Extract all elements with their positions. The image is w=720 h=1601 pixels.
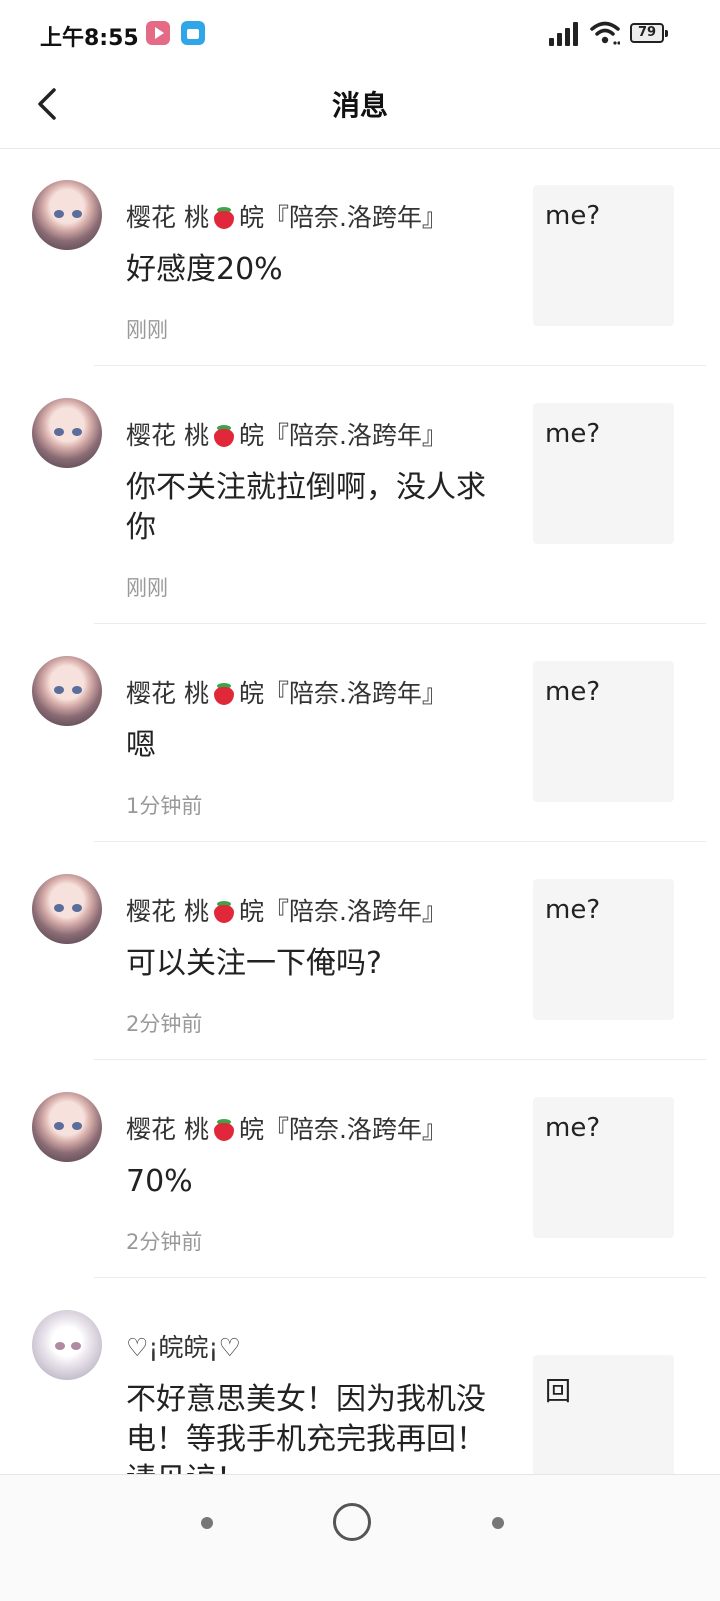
message-text: 嗯 — [126, 728, 156, 763]
avatar-detail — [72, 904, 82, 912]
message-item[interactable]: 樱花 桃皖『陪奈.洛跨年』 好感度20% 刚刚 me? — [0, 148, 720, 366]
sender-name: 樱花 桃皖『陪奈.洛跨年』 — [126, 416, 447, 452]
strawberry-icon — [211, 1117, 237, 1141]
post-preview-thumbnail[interactable]: 回 — [533, 1355, 674, 1474]
avatar-detail — [71, 1342, 81, 1350]
nav-home-button[interactable] — [333, 1503, 371, 1541]
navigation-header: 消息 — [0, 70, 720, 149]
avatar-detail — [72, 210, 82, 218]
avatar[interactable] — [32, 874, 102, 944]
post-preview-thumbnail[interactable]: me? — [533, 661, 674, 802]
message-text: 你不关注就拉倒啊，没人求你 — [126, 470, 486, 545]
nav-recents-button[interactable] — [492, 1517, 504, 1529]
battery-icon: 79 — [630, 23, 668, 43]
avatar-detail — [54, 686, 64, 694]
avatar-detail — [54, 428, 64, 436]
avatar-detail — [54, 1122, 64, 1130]
message-list[interactable]: 樱花 桃皖『陪奈.洛跨年』 好感度20% 刚刚 me? 樱花 桃皖『陪奈.洛跨年… — [0, 148, 720, 1474]
avatar-detail — [54, 210, 64, 218]
system-navigation-bar — [0, 1474, 720, 1601]
sender-name: ♡¡皖皖¡♡ — [126, 1333, 241, 1362]
nav-back-button[interactable] — [201, 1517, 213, 1529]
avatar[interactable] — [32, 656, 102, 726]
message-item[interactable]: 樱花 桃皖『陪奈.洛跨年』 70% 2分钟前 me? — [0, 1060, 720, 1278]
post-preview-thumbnail[interactable]: me? — [533, 403, 674, 544]
sender-name: 樱花 桃皖『陪奈.洛跨年』 — [126, 892, 447, 928]
sender-name: 樱花 桃皖『陪奈.洛跨年』 — [126, 674, 447, 710]
message-time: 1分钟前 — [126, 794, 203, 818]
avatar-detail — [54, 904, 64, 912]
avatar-detail — [55, 1342, 65, 1350]
avatar[interactable] — [32, 1092, 102, 1162]
message-time: 2分钟前 — [126, 1230, 203, 1254]
status-time: 上午8:55 — [40, 26, 139, 51]
sender-name-part: 樱花 桃 — [126, 679, 209, 708]
post-preview-thumbnail[interactable]: me? — [533, 1097, 674, 1238]
status-bar: 上午8:55 79 — [0, 0, 720, 70]
strawberry-icon — [211, 899, 237, 923]
message-text: 好感度20% — [126, 252, 283, 287]
message-text: 70% — [126, 1164, 193, 1199]
avatar-detail — [72, 686, 82, 694]
message-time: 刚刚 — [126, 318, 168, 342]
sender-name-part: 皖『陪奈.洛跨年』 — [238, 679, 447, 708]
sender-name-part: 皖『陪奈.洛跨年』 — [238, 203, 447, 232]
strawberry-icon — [211, 681, 237, 705]
avatar-detail — [72, 1122, 82, 1130]
sender-name-part: 樱花 桃 — [126, 421, 209, 450]
message-item[interactable]: 樱花 桃皖『陪奈.洛跨年』 你不关注就拉倒啊，没人求你 刚刚 me? — [0, 366, 720, 624]
post-preview-thumbnail[interactable]: me? — [533, 879, 674, 1020]
strawberry-icon — [211, 423, 237, 447]
avatar[interactable] — [32, 1310, 102, 1380]
shopping-app-notification-icon — [181, 21, 205, 45]
sender-name-part: 皖『陪奈.洛跨年』 — [238, 1115, 447, 1144]
signal-icon — [549, 22, 578, 46]
avatar-detail — [72, 428, 82, 436]
avatar[interactable] — [32, 180, 102, 250]
sender-name: 樱花 桃皖『陪奈.洛跨年』 — [126, 1110, 447, 1146]
avatar[interactable] — [32, 398, 102, 468]
sender-name-part: 皖『陪奈.洛跨年』 — [238, 897, 447, 926]
message-text: 可以关注一下俺吗? — [126, 946, 382, 981]
message-item[interactable]: ♡¡皖皖¡♡ 不好意思美女！因为我机没电！等我手机充完我再回！请见谅！ 回 — [0, 1278, 720, 1474]
video-app-notification-icon — [146, 21, 170, 45]
message-item[interactable]: 樱花 桃皖『陪奈.洛跨年』 嗯 1分钟前 me? — [0, 624, 720, 842]
sender-name-part: 樱花 桃 — [126, 897, 209, 926]
sender-name-part: 皖『陪奈.洛跨年』 — [238, 421, 447, 450]
post-preview-thumbnail[interactable]: me? — [533, 185, 674, 326]
sender-name-part: 樱花 桃 — [126, 203, 209, 232]
page-title: 消息 — [331, 89, 388, 122]
message-text: 不好意思美女！因为我机没电！等我手机充完我再回！请见谅！ — [126, 1382, 486, 1474]
message-time: 刚刚 — [126, 576, 168, 600]
message-time: 2分钟前 — [126, 1012, 203, 1036]
message-item[interactable]: 樱花 桃皖『陪奈.洛跨年』 可以关注一下俺吗? 2分钟前 me? — [0, 842, 720, 1060]
sender-name: 樱花 桃皖『陪奈.洛跨年』 — [126, 198, 447, 234]
strawberry-icon — [211, 205, 237, 229]
sender-name-part: 樱花 桃 — [126, 1115, 209, 1144]
wifi-icon — [590, 21, 620, 45]
